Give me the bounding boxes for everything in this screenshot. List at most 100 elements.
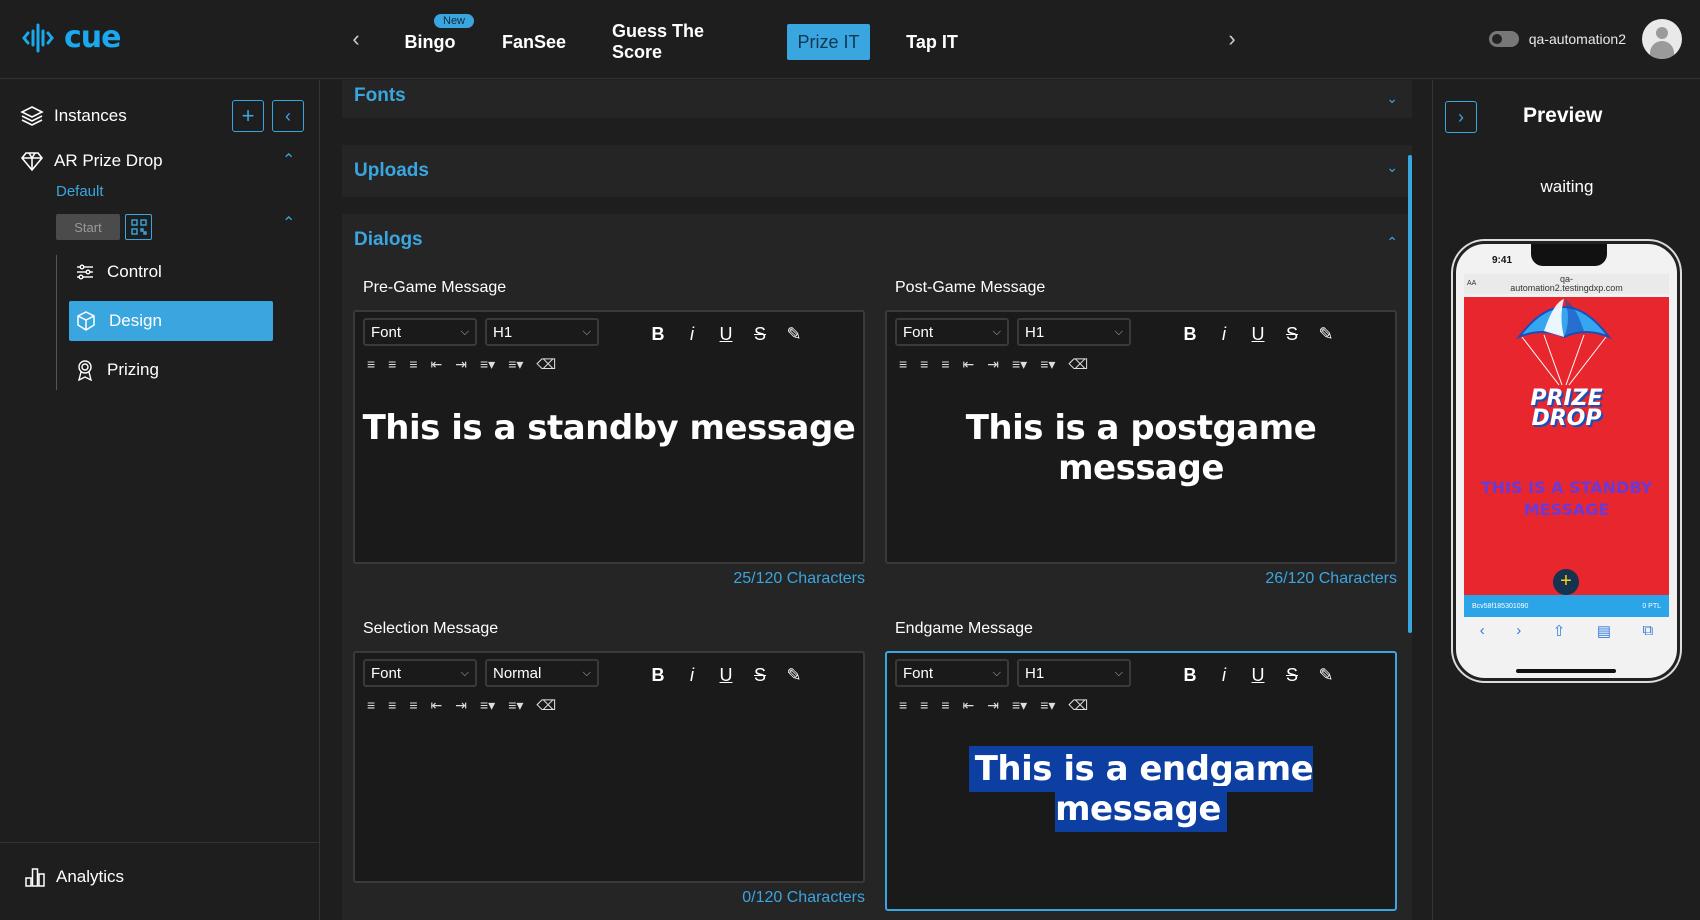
italic-icon[interactable]: i xyxy=(684,324,700,345)
bullet-list-icon[interactable]: ≡▾ xyxy=(1040,356,1055,373)
eraser-icon[interactable]: ⌫ xyxy=(1068,697,1088,714)
chevron-up-icon[interactable]: ⌃ xyxy=(1386,234,1398,251)
bold-icon[interactable]: B xyxy=(1182,324,1198,345)
bullet-list-icon[interactable]: ≡▾ xyxy=(1040,697,1055,714)
game-row[interactable]: AR Prize Drop xyxy=(20,149,163,173)
underline-icon[interactable]: U xyxy=(1250,665,1266,686)
underline-icon[interactable]: U xyxy=(1250,324,1266,345)
highlight-icon[interactable]: ✎ xyxy=(786,665,802,686)
editor-content[interactable]: This is a standby message xyxy=(355,408,863,448)
underline-icon[interactable]: U xyxy=(718,665,734,686)
bold-icon[interactable]: B xyxy=(650,665,666,686)
instances-row[interactable]: Instances xyxy=(20,104,127,128)
editor-content-selected[interactable]: This is a endgame message xyxy=(887,746,1395,832)
section-fonts[interactable]: Fonts ⌄ xyxy=(342,80,1412,118)
bold-icon[interactable]: B xyxy=(1182,665,1198,686)
italic-icon[interactable]: i xyxy=(1216,324,1232,345)
plus-icon[interactable]: + xyxy=(1553,569,1579,595)
align-left-icon[interactable]: ≡ xyxy=(367,697,375,714)
add-instance-button[interactable]: + xyxy=(232,100,264,132)
cue-logo[interactable]: cue xyxy=(22,20,121,55)
ordered-list-icon[interactable]: ≡▾ xyxy=(1012,697,1027,714)
start-button[interactable]: Start xyxy=(56,214,120,240)
strikethrough-icon[interactable]: S xyxy=(752,665,768,686)
size-select[interactable]: H1 ⌵ xyxy=(1017,659,1131,687)
rich-text-editor[interactable]: Font ⌵ H1 ⌵ B i U S ✎ ≡ ≡ ≡ ⇤ ⇥ ≡▾ ≡▾ ⌫ Th… xyxy=(885,310,1397,564)
align-right-icon[interactable]: ≡ xyxy=(409,697,417,714)
expand-preview-button[interactable]: › xyxy=(1445,101,1477,133)
scrollbar[interactable] xyxy=(1408,155,1412,633)
analytics-row[interactable]: Analytics xyxy=(24,866,124,888)
bullet-list-icon[interactable]: ≡▾ xyxy=(508,697,523,714)
nav-next-icon[interactable]: › xyxy=(1222,26,1242,52)
game-collapse-icon[interactable]: ⌃ xyxy=(282,150,295,170)
rich-text-editor[interactable]: Font ⌵ H1 ⌵ B i U S ✎ ≡ ≡ ≡ ⇤ ⇥ ≡▾ ≡▾ ⌫ Th… xyxy=(353,310,865,564)
font-select[interactable]: Font ⌵ xyxy=(363,659,477,687)
qr-code-button[interactable] xyxy=(125,214,152,240)
ordered-list-icon[interactable]: ≡▾ xyxy=(480,697,495,714)
indent-icon[interactable]: ⇥ xyxy=(987,697,999,714)
editor-content[interactable]: This is a postgame message xyxy=(887,408,1395,488)
outdent-icon[interactable]: ⇤ xyxy=(431,356,443,373)
align-right-icon[interactable]: ≡ xyxy=(941,697,949,714)
nav-prev-icon[interactable]: ‹ xyxy=(346,26,366,52)
chevron-down-icon[interactable]: ⌄ xyxy=(1386,90,1398,107)
bold-icon[interactable]: B xyxy=(650,324,666,345)
eraser-icon[interactable]: ⌫ xyxy=(536,356,556,373)
align-left-icon[interactable]: ≡ xyxy=(899,697,907,714)
avatar[interactable] xyxy=(1642,19,1682,59)
align-right-icon[interactable]: ≡ xyxy=(941,356,949,373)
align-left-icon[interactable]: ≡ xyxy=(899,356,907,373)
align-right-icon[interactable]: ≡ xyxy=(409,356,417,373)
theme-toggle[interactable] xyxy=(1488,31,1519,47)
outdent-icon[interactable]: ⇤ xyxy=(431,697,443,714)
strikethrough-icon[interactable]: S xyxy=(1284,665,1300,686)
ordered-list-icon[interactable]: ≡▾ xyxy=(1012,356,1027,373)
sidebar-item-design[interactable]: Design xyxy=(69,301,273,341)
sidebar-item-control[interactable]: Control xyxy=(69,252,273,292)
align-center-icon[interactable]: ≡ xyxy=(920,356,928,373)
sidebar-item-prizing[interactable]: Prizing xyxy=(69,350,273,390)
align-center-icon[interactable]: ≡ xyxy=(388,356,396,373)
dialogs-title[interactable]: Dialogs xyxy=(354,229,423,251)
strikethrough-icon[interactable]: S xyxy=(752,324,768,345)
highlight-icon[interactable]: ✎ xyxy=(1318,324,1334,345)
indent-icon[interactable]: ⇥ xyxy=(455,356,467,373)
indent-icon[interactable]: ⇥ xyxy=(455,697,467,714)
tab-tap-it[interactable]: Tap IT xyxy=(900,24,964,60)
outdent-icon[interactable]: ⇤ xyxy=(963,356,975,373)
italic-icon[interactable]: i xyxy=(1216,665,1232,686)
font-select[interactable]: Font ⌵ xyxy=(895,318,1009,346)
italic-icon[interactable]: i xyxy=(684,665,700,686)
underline-icon[interactable]: U xyxy=(718,324,734,345)
tab-prize-it[interactable]: Prize IT xyxy=(787,24,870,60)
strikethrough-icon[interactable]: S xyxy=(1284,324,1300,345)
font-select[interactable]: Font ⌵ xyxy=(895,659,1009,687)
chevron-down-icon[interactable]: ⌄ xyxy=(1386,159,1398,176)
size-select[interactable]: H1 ⌵ xyxy=(485,318,599,346)
size-select[interactable]: Normal ⌵ xyxy=(485,659,599,687)
highlight-icon[interactable]: ✎ xyxy=(1318,665,1334,686)
outdent-icon[interactable]: ⇤ xyxy=(963,697,975,714)
instance-default-label[interactable]: Default xyxy=(56,183,104,200)
align-left-icon[interactable]: ≡ xyxy=(367,356,375,373)
size-select[interactable]: H1 ⌵ xyxy=(1017,318,1131,346)
indent-icon[interactable]: ⇥ xyxy=(987,356,999,373)
ordered-list-icon[interactable]: ≡▾ xyxy=(480,356,495,373)
font-select[interactable]: Font ⌵ xyxy=(363,318,477,346)
instance-collapse-icon[interactable]: ⌃ xyxy=(282,213,295,233)
section-uploads[interactable]: Uploads ⌄ xyxy=(342,145,1412,197)
collapse-sidebar-button[interactable]: ‹ xyxy=(272,100,304,132)
selected-text[interactable]: This is a endgame message xyxy=(968,746,1314,832)
tab-bingo[interactable]: Bingo xyxy=(400,24,460,60)
tab-guess-the-score[interactable]: Guess The Score xyxy=(612,21,752,62)
align-center-icon[interactable]: ≡ xyxy=(920,697,928,714)
eraser-icon[interactable]: ⌫ xyxy=(536,697,556,714)
tab-fansee[interactable]: FanSee xyxy=(496,24,572,60)
align-center-icon[interactable]: ≡ xyxy=(388,697,396,714)
eraser-icon[interactable]: ⌫ xyxy=(1068,356,1088,373)
rich-text-editor[interactable]: Font ⌵ Normal ⌵ B i U S ✎ ≡ ≡ ≡ ⇤ ⇥ ≡▾ ≡▾ … xyxy=(353,651,865,883)
rich-text-editor[interactable]: Font ⌵ H1 ⌵ B i U S ✎ ≡ ≡ ≡ ⇤ ⇥ ≡▾ ≡▾ ⌫ Th… xyxy=(885,651,1397,911)
highlight-icon[interactable]: ✎ xyxy=(786,324,802,345)
bullet-list-icon[interactable]: ≡▾ xyxy=(508,356,523,373)
